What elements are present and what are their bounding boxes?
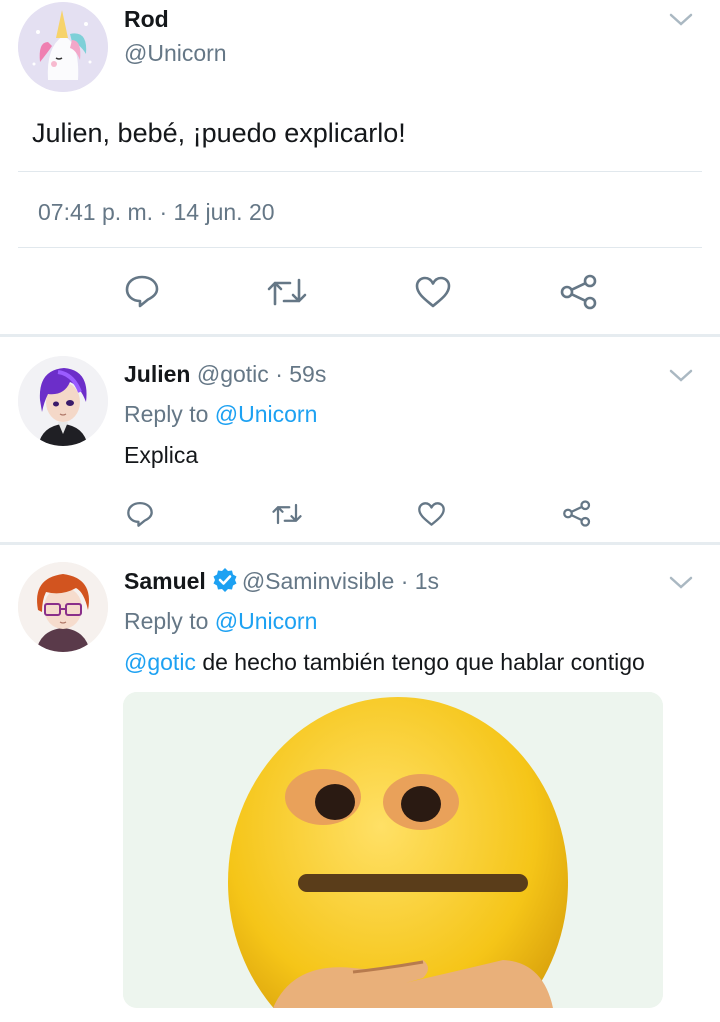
share-icon[interactable] <box>559 273 599 311</box>
reply-to-mention[interactable]: @Unicorn <box>215 401 318 427</box>
unicorn-icon <box>18 2 108 92</box>
reply-to-prefix: Reply to <box>124 401 209 427</box>
reply-time: · 59s <box>275 361 327 387</box>
reply-author-name[interactable]: Julien <box>124 361 190 387</box>
julien-avatar[interactable] <box>18 356 108 446</box>
reply-to-prefix: Reply to <box>124 608 209 634</box>
retweet-icon[interactable] <box>266 276 308 308</box>
main-tweet-text: Julien, bebé, ¡puedo explicarlo! <box>32 118 406 148</box>
rod-avatar[interactable] <box>18 2 108 92</box>
samuel-avatar[interactable] <box>18 562 108 652</box>
glasses-avatar-icon <box>18 562 108 652</box>
section-divider <box>0 542 720 545</box>
reply-author-handle[interactable]: @Saminvisible <box>242 568 394 594</box>
verified-badge-icon <box>212 567 238 599</box>
reply-text-mention[interactable]: @gotic <box>124 649 196 675</box>
main-tweet-name[interactable]: Rod <box>124 6 169 33</box>
purple-hair-avatar-icon <box>18 356 108 446</box>
emoji-face-icon <box>123 692 663 1008</box>
retweet-icon[interactable] <box>271 502 303 526</box>
reply-text: @gotic de hecho también tengo que hablar… <box>124 649 645 676</box>
main-tweet-timestamp: 07:41 p. m. · 14 jun. 20 <box>38 199 275 225</box>
reply-to-mention[interactable]: @Unicorn <box>215 608 318 634</box>
emoji-meme-image[interactable] <box>123 692 663 1008</box>
share-icon[interactable] <box>562 499 592 528</box>
reply-icon[interactable] <box>126 500 154 528</box>
reply-to-line: Reply to @Unicorn <box>124 608 317 635</box>
reply-header: Samuel @Saminvisible · 1s <box>124 567 439 599</box>
reply-text: Explica <box>124 442 199 468</box>
reply-icon[interactable] <box>124 273 160 309</box>
divider <box>18 171 702 172</box>
reply-header: Julien @gotic · 59s <box>124 361 326 388</box>
reply-time: · 1s <box>400 568 440 595</box>
reply-author-handle[interactable]: @gotic <box>197 361 269 387</box>
chevron-down-icon[interactable] <box>668 10 694 35</box>
reply-to-line: Reply to @Unicorn <box>124 401 317 428</box>
chevron-down-icon[interactable] <box>668 573 694 598</box>
reply-author-name[interactable]: Samuel <box>124 568 206 594</box>
section-divider <box>0 334 720 337</box>
like-icon[interactable] <box>414 275 452 309</box>
like-icon[interactable] <box>417 501 446 527</box>
divider <box>18 247 702 248</box>
chevron-down-icon[interactable] <box>668 366 694 391</box>
reply-text-body: de hecho también tengo que hablar contig… <box>202 649 645 675</box>
main-tweet-handle[interactable]: @Unicorn <box>124 40 227 67</box>
